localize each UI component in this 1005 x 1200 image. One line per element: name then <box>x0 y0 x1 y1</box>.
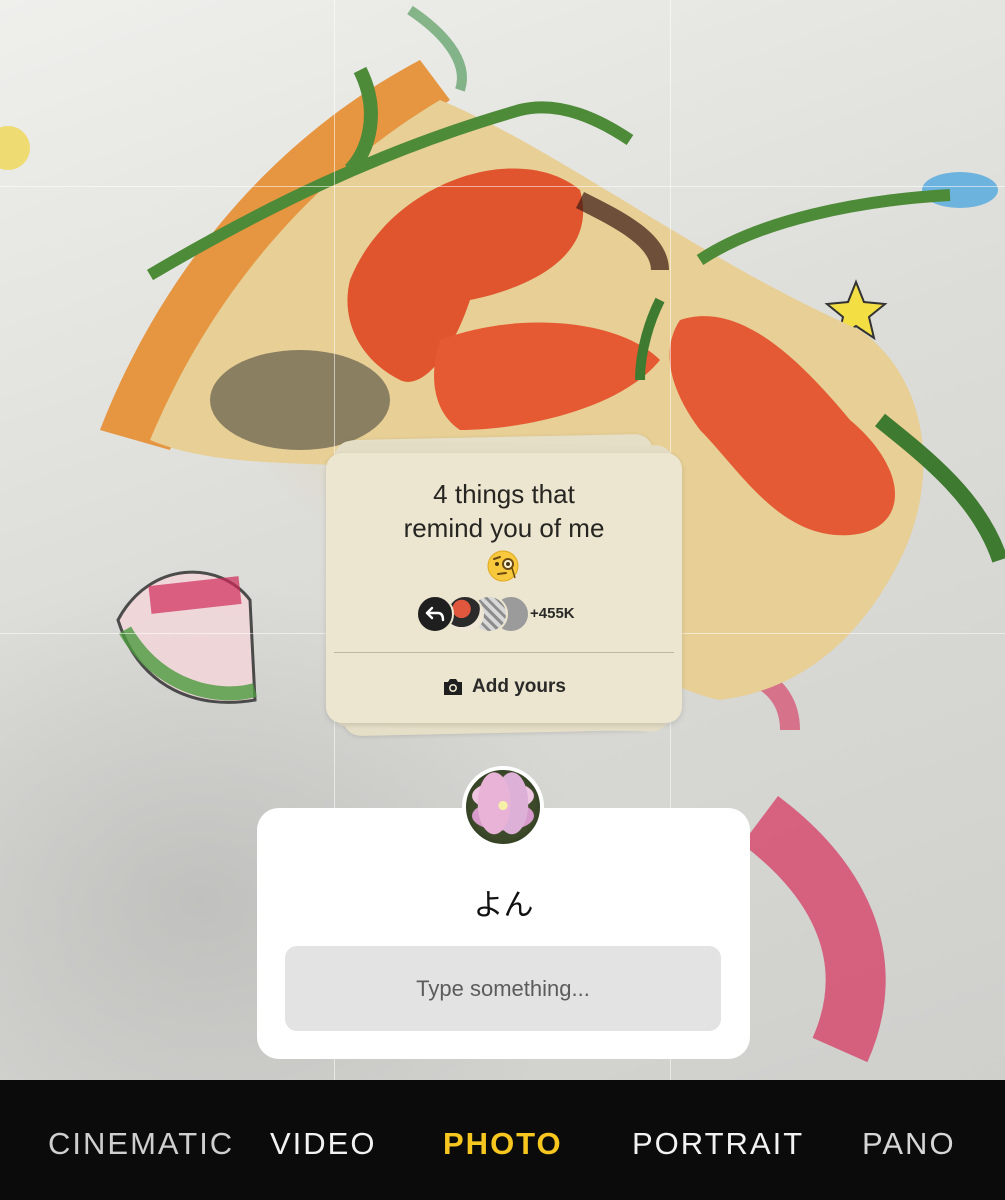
question-username: よん <box>473 888 534 923</box>
reply-arrow-icon <box>416 595 454 633</box>
mode-portrait[interactable]: PORTRAIT <box>632 1126 804 1162</box>
add-yours-label: Add yours <box>472 676 566 697</box>
sticker-prompt: 4 things that remind you of me <box>326 477 682 545</box>
add-yours-sticker[interactable]: 4 things that remind you of me +455K Add… <box>326 433 682 737</box>
camera-mode-bar: CINEMATIC VIDEO PHOTO PORTRAIT PANO <box>0 1080 1005 1200</box>
avatar <box>462 766 544 848</box>
face-with-monocle-icon <box>487 550 519 582</box>
camera-icon <box>444 679 463 695</box>
participants-row[interactable]: +455K <box>416 595 636 635</box>
sticker-prompt-line2: remind you of me <box>403 513 605 543</box>
add-yours-button[interactable]: Add yours <box>326 676 682 698</box>
divider <box>334 652 674 653</box>
mode-cinematic[interactable]: CINEMATIC <box>48 1126 234 1162</box>
mode-video[interactable]: VIDEO <box>270 1126 376 1162</box>
question-text-input[interactable] <box>285 946 721 1031</box>
mode-photo[interactable]: PHOTO <box>443 1126 563 1162</box>
sticker-prompt-line1: 4 things that <box>433 479 575 509</box>
mode-pano[interactable]: PANO <box>862 1126 956 1162</box>
participant-count: +455K <box>530 605 575 622</box>
sticker-card: 4 things that remind you of me +455K Add… <box>326 453 682 723</box>
grid-line <box>0 186 1005 187</box>
